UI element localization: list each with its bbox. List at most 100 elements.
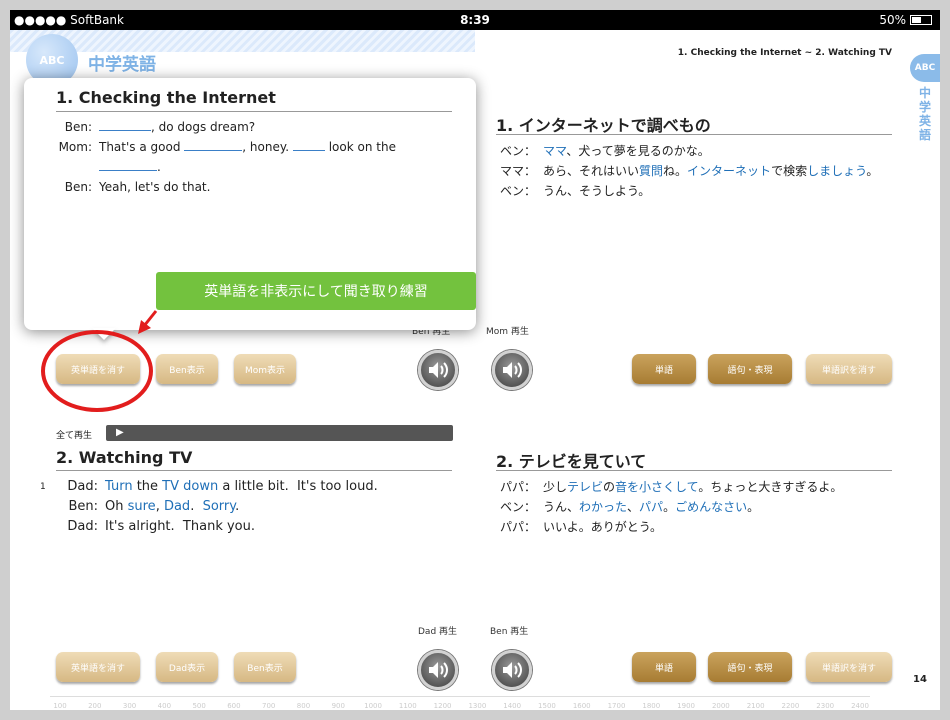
show-ben-button[interactable]: Ben表示 (156, 354, 218, 384)
divider (56, 111, 452, 112)
play-all-label: 全て再生 (56, 431, 93, 441)
hide-translation-button[interactable]: 単語訳を消す (806, 354, 892, 384)
blank-field[interactable] (99, 119, 151, 131)
highlighted-word[interactable]: テレビ (567, 480, 603, 494)
words-button[interactable]: 単語 (632, 652, 696, 682)
play-ben-button[interactable] (418, 350, 458, 390)
hide-translation-button[interactable]: 単語訳を消す (806, 652, 892, 682)
clock: 8:39 (460, 13, 490, 27)
section2-dialogue: Dad: Turn the TV down a little bit. It's … (56, 477, 456, 537)
highlighted-word[interactable]: 質問 (639, 164, 663, 178)
text-segment: , (155, 499, 164, 514)
phrases-button[interactable]: 語句・表現 (708, 652, 792, 682)
highlighted-word[interactable]: TV down (162, 479, 218, 494)
play-ben-button[interactable] (492, 650, 532, 690)
show-dad-button[interactable]: Dad表示 (156, 652, 218, 682)
line-number: 1 (40, 482, 46, 492)
popup-line: Ben: , do dogs dream? (54, 117, 454, 137)
text-segment: . (190, 499, 203, 514)
side-tab-label: 中学英語 (919, 86, 932, 142)
highlighted-word[interactable]: わかった (579, 500, 627, 514)
ruler-tick: 1100 (398, 702, 417, 710)
speaker: パパ： (499, 520, 536, 534)
progress-ruler: 100 200 300 400 500 600 700 800 900 1000 1100 1200 1… (50, 694, 870, 710)
line-text: , do dogs dream? (151, 120, 256, 134)
dialogue-line: パパ： 少しテレビの音を小さくして。ちょっと大きすぎるよ。 (496, 477, 896, 497)
show-ben-button[interactable]: Ben表示 (234, 652, 296, 682)
text-segment: の (603, 480, 616, 494)
ruler-tick: 1500 (538, 702, 556, 710)
text-segment: the (132, 479, 163, 494)
highlighted-word[interactable]: インターネット (687, 164, 771, 178)
dialogue-line: Ben: Oh sure, Dad. Sorry. (56, 497, 456, 517)
hide-words-button[interactable]: 英単語を消す (56, 652, 140, 682)
text-segment: 。ちょっと大きすぎるよ。 (698, 480, 843, 494)
highlighted-word[interactable]: 音を小さくして (615, 480, 698, 494)
line-text: It's alright. Thank you. (105, 517, 255, 537)
popup-line: Mom: That's a good , honey. look on the (54, 137, 454, 157)
dialogue-line: ベン： うん、わかった、パパ。ごめんなさい。 (496, 497, 896, 517)
highlighted-word[interactable]: sure (128, 499, 156, 514)
popup-dialogue: Ben: , do dogs dream? Mom: That's a good… (54, 117, 454, 197)
text-segment: 少し (543, 480, 568, 494)
words-button[interactable]: 単語 (632, 354, 696, 384)
header-band (10, 30, 475, 52)
book-title: 中学英語 (88, 55, 156, 75)
blank-field[interactable] (184, 139, 243, 151)
speaker: ベン： (499, 144, 536, 158)
highlighted-word[interactable]: パパ (639, 500, 663, 514)
ruler-tick: 1900 (677, 702, 695, 710)
popup-line: Ben: Yeah, let's do that. (54, 177, 454, 197)
speaker: ベン： (499, 500, 536, 514)
speaker: ママ： (499, 164, 536, 178)
text-segment: 。 (663, 500, 676, 514)
popup-title: 1. Checking the Internet (56, 88, 276, 107)
highlighted-word[interactable]: Sorry (203, 499, 236, 514)
show-mom-button[interactable]: Mom表示 (234, 354, 296, 384)
play-dad-button[interactable] (418, 650, 458, 690)
speaker: パパ： (499, 480, 536, 494)
speaker-icon (503, 662, 522, 678)
highlighted-word[interactable]: Dad (164, 499, 190, 514)
dialogue-line: パパ： いいよ。ありがとう。 (496, 517, 896, 537)
play-mom-button[interactable] (492, 350, 532, 390)
status-bar: ●●●●● SoftBank 8:39 50% (10, 10, 940, 30)
ruler-tick: 2300 (816, 702, 835, 710)
ruler-tick: 400 (157, 702, 172, 710)
section2-title: 2. Watching TV (56, 448, 193, 467)
text-segment: いいよ。ありがとう。 (543, 520, 663, 534)
annotation-circle (41, 330, 153, 412)
line-text: うん、そうしよう。 (543, 181, 650, 201)
phrases-button[interactable]: 語句・表現 (708, 354, 792, 384)
highlighted-word[interactable]: ごめんなさい (675, 500, 747, 514)
blank-field[interactable] (99, 159, 157, 171)
highlighted-word[interactable]: ママ (543, 144, 566, 158)
speaker: Mom: (58, 140, 92, 154)
highlighted-word[interactable]: しましょう (807, 164, 866, 178)
callout-label: 英単語を非表示にして聞き取り練習 (156, 272, 476, 310)
section1-ja-dialogue: ベン： ママ、犬って夢を見るのかな。 ママ： あら、それはいい質問ね。インターネットで… (496, 141, 896, 201)
text-segment: あら、それはいい (543, 164, 640, 178)
highlighted-word[interactable]: Turn (105, 479, 133, 494)
play-all-bar[interactable]: ▶ (106, 425, 453, 441)
ruler-tick: 1400 (503, 702, 522, 710)
blank-field[interactable] (292, 139, 325, 151)
side-abc-icon: ABC (910, 54, 940, 82)
line-text: , honey. (242, 140, 290, 154)
play-dad-label: Dad 再生 (418, 627, 458, 637)
ruler-tick: 900 (331, 702, 345, 710)
ruler-tick: 1000 (364, 702, 382, 710)
play-icon: ▶ (116, 427, 124, 438)
text-segment: うん、 (543, 500, 580, 514)
line-text: Turn the TV down a little bit. It's too … (105, 477, 378, 497)
line-text: Yeah, let's do that. (99, 180, 211, 194)
side-tab[interactable]: ABC 中学英語 (910, 54, 940, 154)
page-number: 14 (913, 674, 927, 685)
ruler-tick: 2000 (711, 702, 730, 710)
lesson-range: 1. Checking the Internet ~ 2. Watching T… (677, 48, 892, 58)
ruler-tick: 2100 (746, 702, 765, 710)
text-segment: ね。 (663, 164, 688, 178)
battery-icon (910, 15, 932, 25)
speaker: Ben: (64, 120, 92, 134)
ruler-tick: 1200 (433, 702, 452, 710)
